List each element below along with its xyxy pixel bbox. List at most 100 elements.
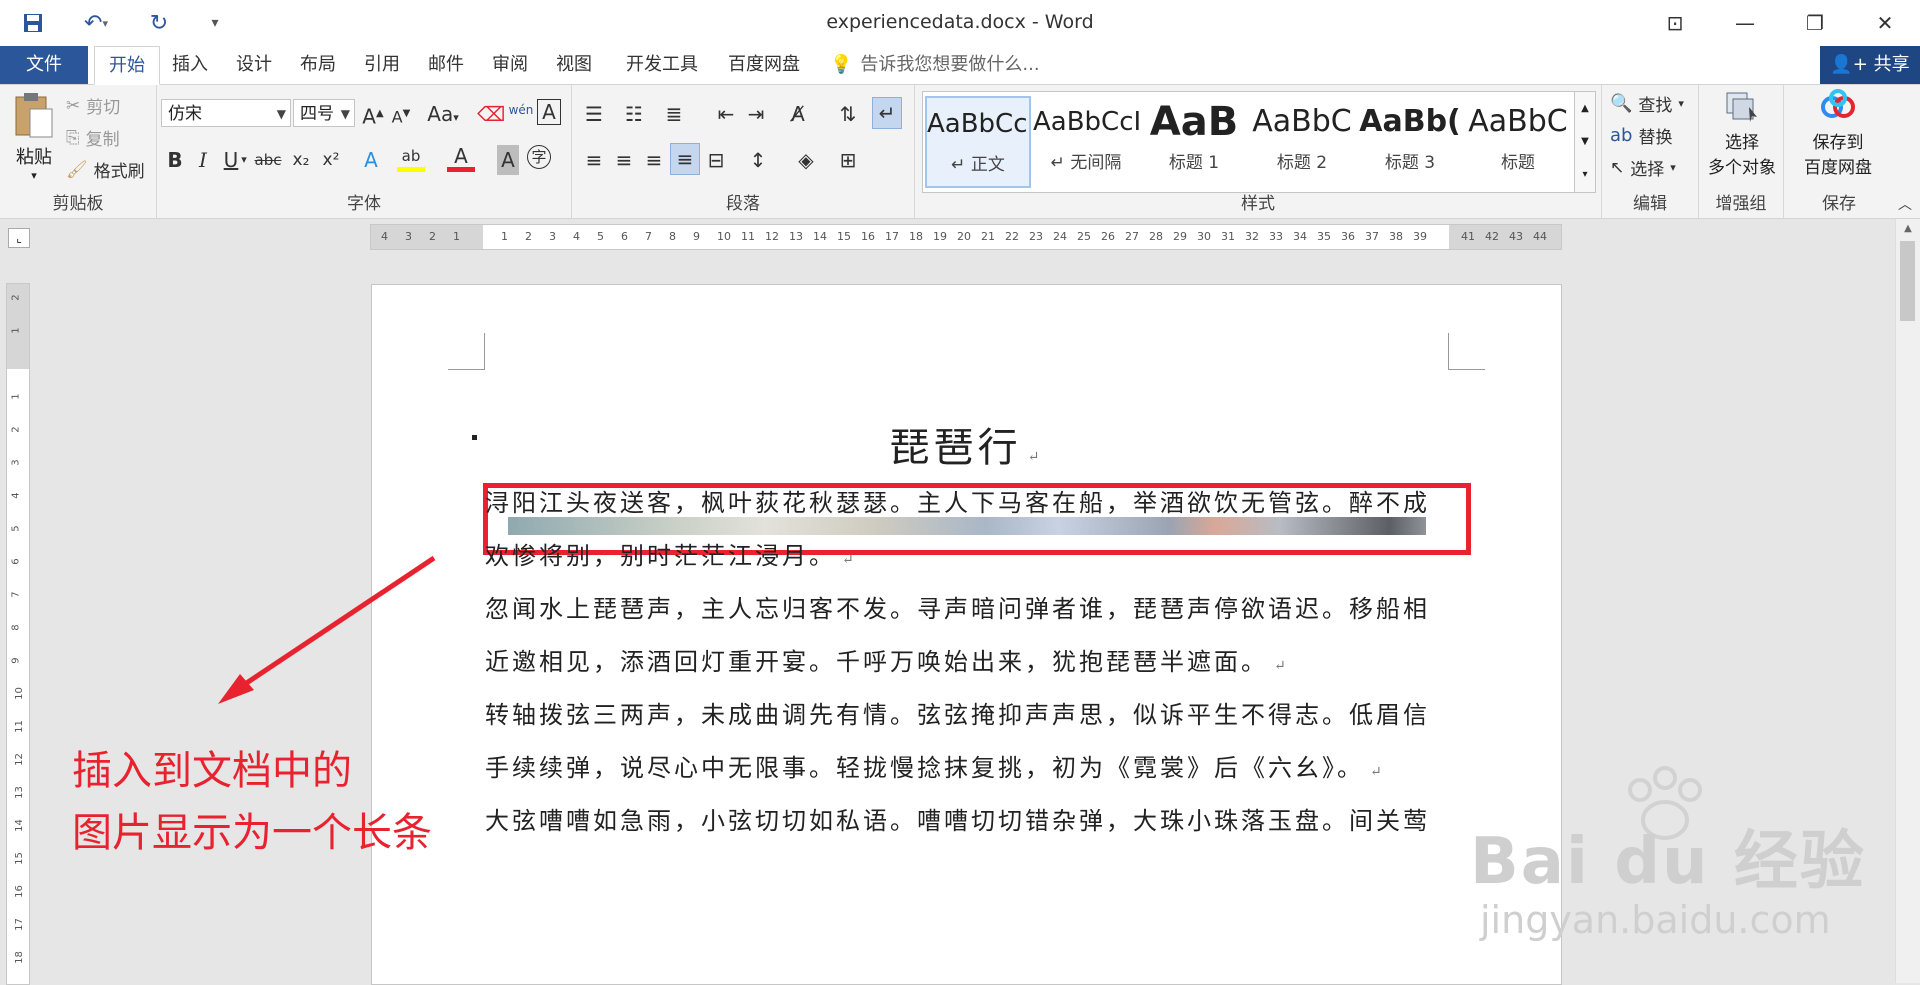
tab-home[interactable]: 开始 <box>94 46 160 85</box>
document-page[interactable]: 琵琶行 ↵ 浔阳江头夜送客，枫叶荻花秋瑟瑟。主人下马客在船，举酒欲饮无管弦。醉不成… <box>371 284 1562 985</box>
annotation-line-2: 图片显示为一个长条 <box>72 810 432 856</box>
bullets-icon[interactable]: ☰ <box>580 99 608 129</box>
shrink-font-button[interactable]: A▼ <box>387 99 415 129</box>
tab-mailings[interactable]: 邮件 <box>414 46 478 84</box>
enclose-characters-button[interactable]: 字 <box>527 145 551 169</box>
style-heading-3[interactable]: AaBb(标题 3 <box>1357 96 1463 188</box>
paste-icon <box>15 93 53 138</box>
italic-button[interactable]: I <box>189 145 217 175</box>
tab-view[interactable]: 视图 <box>542 46 606 84</box>
style-heading-1[interactable]: AaB 标题 1 <box>1141 96 1247 188</box>
style-normal[interactable]: AaBbCcI ↵ 正文 <box>925 96 1031 188</box>
borders-icon[interactable]: ⊞ <box>834 145 862 175</box>
close-button[interactable]: ✕ <box>1850 0 1920 46</box>
clear-formatting-icon[interactable]: ⌫ <box>477 99 505 129</box>
sort-icon[interactable]: ⇅ <box>834 99 862 129</box>
share-icon: 👤+ <box>1830 54 1874 75</box>
subscript-button[interactable]: x₂ <box>287 145 315 175</box>
tell-me-box[interactable]: 💡 告诉我您想要做什么... <box>830 46 1040 84</box>
align-right-icon[interactable]: ≡ <box>640 145 668 175</box>
ruler-tick-label: 4 <box>10 492 22 499</box>
align-center-icon[interactable]: ≡ <box>610 145 638 175</box>
style-heading-2[interactable]: AaBbC 标题 2 <box>1249 96 1355 188</box>
character-border-button[interactable]: A <box>537 99 561 125</box>
ruler-tick-label: 1 <box>453 230 460 243</box>
underline-dropdown-icon[interactable]: ▾ <box>237 145 251 175</box>
superscript-button[interactable]: x² <box>317 145 345 175</box>
document-paragraph-line: 转轴拨弦三两声，未成曲调先有情。弦弦掩抑声声思，似诉平生不得志。低眉信 <box>485 701 1430 729</box>
tab-selector[interactable]: ⌞ <box>8 228 30 248</box>
copy-button[interactable]: ⎘ 复制 <box>66 125 120 151</box>
phonetic-guide-button[interactable]: wén <box>507 95 535 125</box>
scroll-thumb[interactable] <box>1900 241 1915 321</box>
increase-indent-icon[interactable]: ⇥ <box>742 99 770 129</box>
ruler-tick-label: 11 <box>741 230 755 243</box>
align-left-icon[interactable]: ≡ <box>580 145 608 175</box>
vertical-scrollbar[interactable]: ▲ <box>1895 219 1920 983</box>
multilevel-list-icon[interactable]: ≣ <box>660 99 688 129</box>
tab-review[interactable]: 审阅 <box>478 46 542 84</box>
tab-file[interactable]: 文件 <box>0 46 88 84</box>
ruler-tick-label: 31 <box>1221 230 1235 243</box>
styles-gallery: AaBbCcI ↵ 正文 AaBbCcI ↵ 无间隔 AaB 标题 1 AaBbC 标题… <box>922 91 1576 193</box>
distributed-icon[interactable]: ⊟ <box>702 145 730 175</box>
horizontal-ruler[interactable]: 4 3 2 1 1 2 3 4 5 6 7 8 9 10 11 12 13 14 15 16 17 18 19 20 21 22 2… <box>370 224 1562 250</box>
select-multiple-objects-button[interactable]: 选择 多个对象 <box>1703 89 1781 178</box>
save-to-baidu-button[interactable]: 保存到 百度网盘 <box>1788 89 1888 178</box>
document-paragraph-line: 大弦嘈嘈如急雨，小弦切切如私语。嘈嘈切切错杂弹，大珠小珠落玉盘。间关莺 <box>485 807 1430 835</box>
baidu-jingyan-watermark: Bai du 经验 jingyan.baidu.com <box>1470 766 1890 970</box>
minimize-button[interactable]: — <box>1710 0 1780 46</box>
style-title[interactable]: AaBbC 标题 <box>1465 96 1571 188</box>
text-effects-button[interactable]: A <box>357 145 385 175</box>
format-painter-button[interactable]: 🖌 格式刷 <box>66 157 145 183</box>
paste-dropdown-icon[interactable]: ▾ <box>8 169 60 182</box>
style-no-spacing[interactable]: AaBbCcI ↵ 无间隔 <box>1033 96 1139 188</box>
chinese-layout-icon[interactable]: A̸ <box>784 99 812 129</box>
font-group-label: 字体 <box>347 194 381 214</box>
font-color-button[interactable]: A <box>447 141 475 172</box>
search-icon: 🔍 <box>1610 93 1633 114</box>
document-paragraph-line: 近邀相见，添酒回灯重开宴。千呼万唤始出来，犹抱琵琶半遮面。 ↵ <box>485 648 1289 676</box>
scroll-up-icon[interactable]: ▲ <box>1575 92 1595 125</box>
ruler-tick-label: 6 <box>10 558 22 565</box>
show-marks-icon[interactable]: ↵ <box>872 97 902 129</box>
replace-button[interactable]: ab 替换 <box>1610 123 1672 148</box>
grow-font-button[interactable]: A▲ <box>359 99 387 129</box>
tab-layout[interactable]: 布局 <box>286 46 350 84</box>
justify-icon[interactable]: ≡ <box>670 143 700 175</box>
highlight-button[interactable]: ab <box>397 141 425 172</box>
collapse-ribbon-icon[interactable]: ︿ <box>1898 194 1912 214</box>
ribbon-home: 粘贴 ▾ ✂ 剪切 ⎘ 复制 🖌 格式刷 剪贴板 仿宋 ▼ 四号 ▼ A▲ A▼ Aa▾ … <box>0 85 1920 219</box>
line-spacing-icon[interactable]: ↕ <box>744 145 772 175</box>
cut-button[interactable]: ✂ 剪切 <box>66 93 120 119</box>
ribbon-display-options-icon[interactable]: ⊡ <box>1640 0 1710 46</box>
share-button[interactable]: 👤+ 共享 <box>1820 46 1920 84</box>
shading-icon[interactable]: ◈ <box>792 145 820 175</box>
font-name-combo[interactable]: 仿宋 ▼ <box>161 99 291 127</box>
numbering-icon[interactable]: ☷ <box>620 99 648 129</box>
restore-button[interactable]: ❐ <box>1780 0 1850 46</box>
ruler-tick-label: 23 <box>1029 230 1043 243</box>
character-shading-button[interactable]: A <box>497 145 519 175</box>
find-button[interactable]: 🔍 查找 ▾ <box>1610 91 1684 116</box>
bold-button[interactable]: B <box>161 145 189 175</box>
tab-design[interactable]: 设计 <box>222 46 286 84</box>
font-size-value: 四号 <box>300 104 334 124</box>
enhance-group: 选择 多个对象 增强组 <box>1699 85 1784 218</box>
annotation-line-1: 插入到文档中的 <box>72 748 352 794</box>
strikethrough-button[interactable]: abc <box>251 145 285 175</box>
styles-gallery-scroll[interactable]: ▲ ▼ ▾ <box>1574 91 1596 193</box>
scroll-up-icon[interactable]: ▲ <box>1896 219 1920 239</box>
vertical-ruler[interactable]: 2 1 1 2 3 4 5 6 7 8 9 10 11 12 13 14 15 16 17 18 <box>6 283 30 985</box>
tab-developer[interactable]: 开发工具 <box>612 46 712 84</box>
scroll-down-icon[interactable]: ▼ <box>1575 125 1595 158</box>
tab-baidu-netdisk[interactable]: 百度网盘 <box>714 46 814 84</box>
select-button[interactable]: ↖ 选择 ▾ <box>1610 155 1676 181</box>
decrease-indent-icon[interactable]: ⇤ <box>712 99 740 129</box>
more-icon[interactable]: ▾ <box>1575 158 1595 191</box>
tab-references[interactable]: 引用 <box>350 46 414 84</box>
font-size-combo[interactable]: 四号 ▼ <box>293 99 355 127</box>
tab-insert[interactable]: 插入 <box>158 46 222 84</box>
paste-button[interactable]: 粘贴 ▾ <box>8 91 60 182</box>
change-case-button[interactable]: Aa▾ <box>423 99 463 129</box>
